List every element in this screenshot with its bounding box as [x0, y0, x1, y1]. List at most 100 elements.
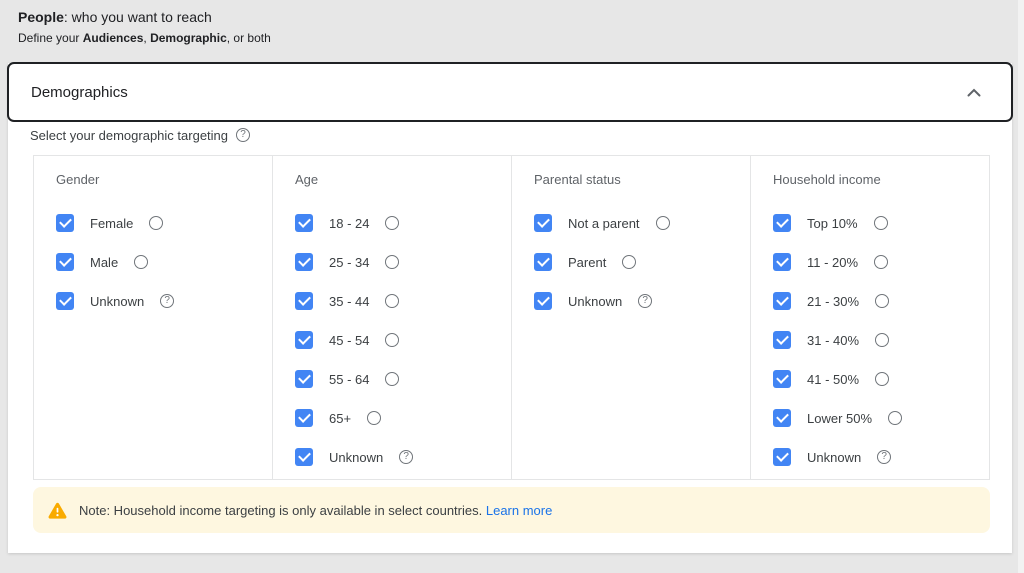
checkbox-row[interactable]: Unknown ? [56, 291, 264, 311]
column-rows: Not a parent Parent Unknown ? [534, 213, 742, 311]
checkbox-checked[interactable] [295, 331, 313, 349]
page-title-rest: : who you want to reach [63, 9, 212, 25]
checkbox-row[interactable]: 45 - 54 [295, 330, 503, 350]
check-icon [58, 215, 72, 228]
note-text-wrap: Note: Household income targeting is only… [79, 503, 552, 518]
checkbox-checked[interactable] [773, 409, 791, 427]
help-circle-icon[interactable]: ? [236, 128, 251, 142]
checkbox-row[interactable]: 65+ [295, 408, 503, 428]
checkbox-row[interactable]: Unknown ? [534, 291, 742, 311]
demographics-table: Gender Female Male Unknown ? Age 18 - 24… [33, 155, 990, 480]
help-circle-icon[interactable] [655, 216, 670, 230]
checkbox-checked[interactable] [295, 253, 313, 271]
check-icon [297, 449, 311, 462]
checkbox-row[interactable]: 41 - 50% [773, 369, 981, 389]
checkbox-checked[interactable] [56, 214, 74, 232]
checkbox-row[interactable]: Female [56, 213, 264, 233]
checkbox-row[interactable]: 11 - 20% [773, 252, 981, 272]
help-circle-icon[interactable] [385, 333, 400, 347]
scrollbar-track[interactable] [1018, 0, 1024, 573]
help-circle-icon[interactable] [873, 216, 888, 230]
page-subtitle-suffix: , or both [226, 31, 271, 45]
help-circle-icon[interactable] [874, 255, 889, 269]
help-circle-icon[interactable] [385, 294, 400, 308]
checkbox-row[interactable]: Unknown ? [295, 447, 503, 467]
checkbox-checked[interactable] [295, 448, 313, 466]
help-circle-icon[interactable]: ? [399, 450, 414, 464]
check-icon [775, 254, 789, 267]
check-icon [297, 293, 311, 306]
help-circle-icon[interactable]: ? [638, 294, 653, 308]
checkbox-label: 45 - 54 [329, 332, 370, 348]
checkbox-checked[interactable] [56, 253, 74, 271]
checkbox-label: Male [90, 254, 119, 270]
check-icon [536, 215, 550, 228]
checkbox-row[interactable]: Parent [534, 252, 742, 272]
help-circle-icon[interactable] [385, 372, 400, 386]
checkbox-checked[interactable] [773, 253, 791, 271]
checkbox-row[interactable]: Unknown ? [773, 447, 981, 467]
help-circle-icon[interactable]: ? [160, 294, 175, 308]
help-circle-icon[interactable] [875, 333, 890, 347]
check-icon [775, 332, 789, 345]
help-circle-icon[interactable] [622, 255, 637, 269]
checkbox-checked[interactable] [534, 214, 552, 232]
checkbox-row[interactable]: 55 - 64 [295, 369, 503, 389]
help-circle-icon[interactable] [149, 216, 164, 230]
checkbox-row[interactable]: 25 - 34 [295, 252, 503, 272]
check-icon [775, 293, 789, 306]
checkbox-checked[interactable] [534, 253, 552, 271]
checkbox-checked[interactable] [773, 331, 791, 349]
chevron-up-icon[interactable] [967, 88, 981, 97]
help-circle-icon[interactable] [875, 372, 890, 386]
checkbox-label: 25 - 34 [329, 254, 370, 270]
checkbox-row[interactable]: 31 - 40% [773, 330, 981, 350]
column-header: Household income [773, 172, 881, 187]
checkbox-label: Female [90, 215, 134, 231]
column-rows: Top 10% 11 - 20% 21 - 30% 31 - 40% 41 - … [773, 213, 981, 467]
help-circle-icon[interactable] [134, 255, 149, 269]
checkbox-checked[interactable] [295, 370, 313, 388]
checkbox-checked[interactable] [534, 292, 552, 310]
page-subtitle: Define your Audiences, Demographic, or b… [18, 30, 271, 47]
note-banner: Note: Household income targeting is only… [33, 487, 990, 533]
checkbox-row[interactable]: Not a parent [534, 213, 742, 233]
learn-more-link[interactable]: Learn more [486, 503, 552, 518]
checkbox-checked[interactable] [295, 214, 313, 232]
help-circle-icon[interactable]: ? [877, 450, 892, 464]
help-circle-icon[interactable] [367, 411, 382, 425]
checkbox-checked[interactable] [295, 292, 313, 310]
checkbox-label: 35 - 44 [329, 293, 370, 309]
checkbox-checked[interactable] [773, 370, 791, 388]
help-circle-icon[interactable] [385, 255, 400, 269]
checkbox-label: Parent [568, 254, 607, 270]
checkbox-checked[interactable] [773, 214, 791, 232]
checkbox-row[interactable]: 35 - 44 [295, 291, 503, 311]
checkbox-row[interactable]: 21 - 30% [773, 291, 981, 311]
checkbox-checked[interactable] [773, 292, 791, 310]
demographic-column: Age 18 - 24 25 - 34 35 - 44 45 - 54 55 -… [273, 156, 512, 479]
demographics-section-header[interactable]: Demographics [7, 62, 1013, 122]
checkbox-checked[interactable] [295, 409, 313, 427]
demographics-panel: Demographics Select your demographic tar… [7, 62, 1013, 553]
checkbox-label: 21 - 30% [807, 293, 860, 309]
checkbox-row[interactable]: Top 10% [773, 213, 981, 233]
checkbox-label: 65+ [329, 410, 352, 426]
checkbox-row[interactable]: 18 - 24 [295, 213, 503, 233]
checkbox-row[interactable]: Male [56, 252, 264, 272]
checkbox-checked[interactable] [773, 448, 791, 466]
checkbox-checked[interactable] [56, 292, 74, 310]
page-header: People: who you want to reach Define you… [18, 8, 271, 47]
check-icon [536, 293, 550, 306]
help-circle-icon[interactable] [385, 216, 400, 230]
checkbox-row[interactable]: Lower 50% [773, 408, 981, 428]
checkbox-label: 31 - 40% [807, 332, 860, 348]
column-rows: Female Male Unknown ? [56, 213, 264, 311]
check-icon [297, 254, 311, 267]
page-subtitle-audiences: Audiences [82, 31, 144, 45]
checkbox-label: Top 10% [807, 215, 858, 231]
page-subtitle-demographic: Demographic [150, 31, 227, 45]
help-circle-icon[interactable] [888, 411, 903, 425]
help-circle-icon[interactable] [875, 294, 890, 308]
checkbox-label: 55 - 64 [329, 371, 370, 387]
